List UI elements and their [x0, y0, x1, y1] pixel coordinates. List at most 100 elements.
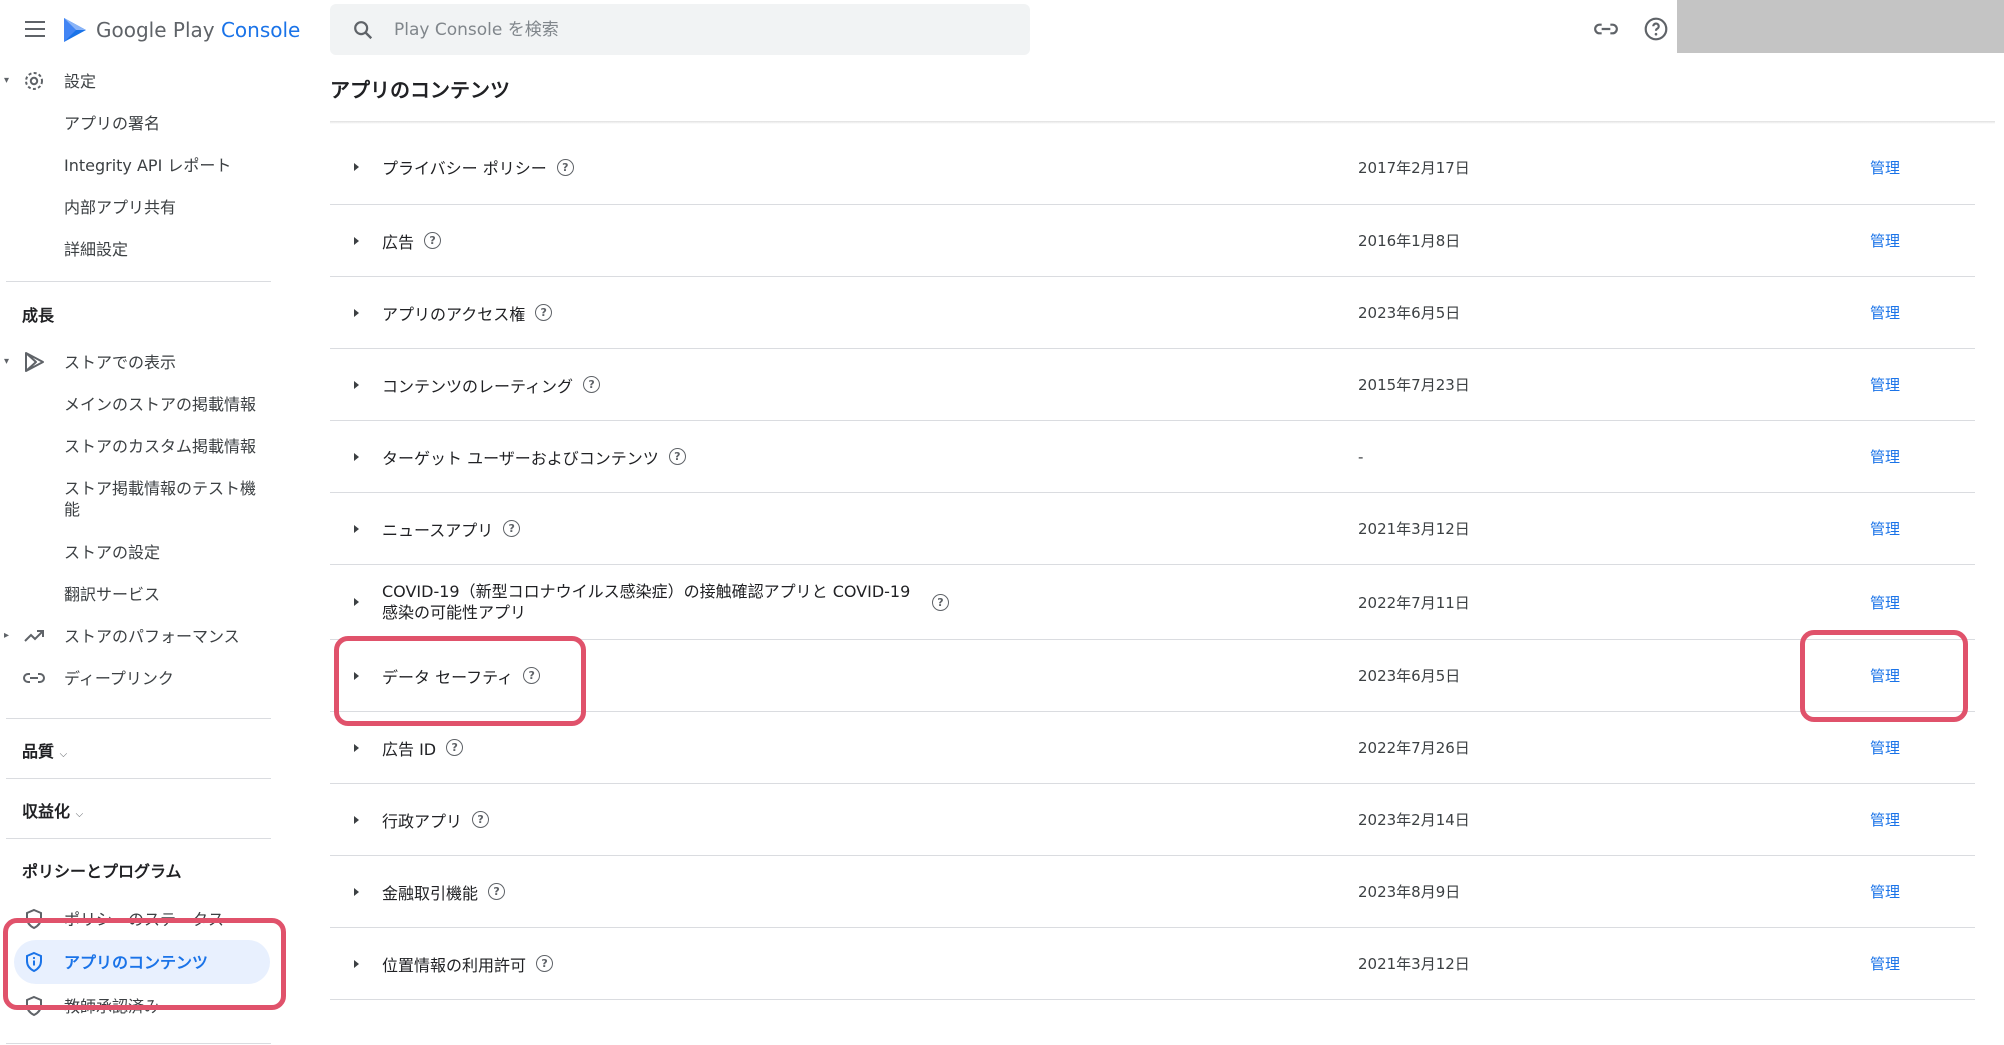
sidebar-divider [6, 281, 271, 282]
expand-triangle-icon[interactable] [354, 308, 359, 317]
sidebar-item-custom-listing[interactable]: ストアのカスタム掲載情報 [0, 425, 275, 465]
play-console-logo[interactable]: Google Play Console [62, 16, 300, 44]
sidebar-item-advanced-settings[interactable]: 詳細設定 [0, 228, 275, 268]
sidebar-item-app-signing[interactable]: アプリの署名 [0, 102, 275, 142]
expand-triangle-icon[interactable] [354, 598, 359, 606]
play-logo-icon [64, 18, 86, 42]
row-date: 2023年8月9日 [1358, 883, 1461, 901]
sidebar-item-deep-links[interactable]: ディープリンク [0, 657, 275, 697]
chevron-down-icon: ⌵ [59, 749, 68, 760]
sidebar-label: 設定 [64, 72, 97, 91]
section-growth: 成長 [22, 306, 55, 325]
search-icon [354, 20, 373, 39]
table-row[interactable]: 広告? 2016年1月8日 管理 [330, 205, 1975, 277]
manage-link[interactable]: 管理 [1870, 881, 1900, 902]
link-icon[interactable] [1591, 14, 1621, 44]
help-icon[interactable]: ? [556, 158, 574, 176]
sidebar-divider [6, 1043, 271, 1044]
expand-triangle-icon[interactable] [354, 452, 359, 461]
manage-link[interactable]: 管理 [1870, 809, 1900, 830]
expand-triangle-icon[interactable] [354, 163, 359, 171]
row-name: ターゲット ユーザーおよびコンテンツ? [382, 445, 686, 469]
expand-triangle-icon[interactable] [354, 887, 359, 896]
row-date: 2016年1月8日 [1358, 232, 1461, 250]
section-monetize[interactable]: 収益化 ⌵ [22, 798, 83, 822]
sidebar-item-integrity-api[interactable]: Integrity API レポート [0, 144, 275, 184]
row-name: コンテンツのレーティング? [382, 373, 601, 397]
manage-link[interactable]: 管理 [1870, 518, 1900, 539]
row-date: 2023年6月5日 [1358, 304, 1461, 322]
table-row[interactable]: COVID-19（新型コロナウイルス感染症）の接触確認アプリと COVID-19… [330, 565, 1975, 640]
row-name: アプリのアクセス権? [382, 301, 553, 325]
help-icon[interactable]: ? [583, 376, 601, 393]
manage-link[interactable]: 管理 [1870, 592, 1900, 613]
table-row[interactable]: ターゲット ユーザーおよびコンテンツ? - 管理 [330, 421, 1975, 493]
table-row[interactable]: 金融取引機能? 2023年8月9日 管理 [330, 856, 1975, 928]
manage-link[interactable]: 管理 [1870, 446, 1900, 467]
table-row[interactable]: 行政アプリ? 2023年2月14日 管理 [330, 784, 1975, 856]
page-title: アプリのコンテンツ [330, 78, 510, 102]
row-name: 行政アプリ? [382, 808, 490, 832]
help-icon[interactable]: ? [488, 883, 506, 900]
top-bar: Google Play Console [0, 0, 2004, 58]
row-name: 位置情報の利用許可? [382, 952, 554, 976]
row-date: 2017年2月17日 [1358, 158, 1470, 177]
highlight-app-content-nav [3, 918, 286, 1010]
sidebar-item-main-listing[interactable]: メインのストアの掲載情報 [0, 383, 275, 423]
table-row[interactable]: ニュースアプリ? 2021年3月12日 管理 [330, 493, 1975, 565]
caret-icon: ▾ [4, 355, 10, 367]
row-date: 2021年3月12日 [1358, 955, 1470, 973]
sidebar-item-listing-experiments[interactable]: ストア掲載情報のテスト機能 [0, 468, 275, 528]
table-row[interactable]: 位置情報の利用許可? 2021年3月12日 管理 [330, 928, 1975, 1000]
help-icon[interactable] [1641, 14, 1671, 44]
row-date: 2023年6月5日 [1358, 667, 1461, 685]
sidebar-item-translation[interactable]: 翻訳サービス [0, 573, 275, 613]
manage-link[interactable]: 管理 [1870, 953, 1900, 974]
help-icon[interactable]: ? [503, 520, 521, 537]
section-quality[interactable]: 品質 ⌵ [22, 738, 67, 762]
manage-link[interactable]: 管理 [1870, 374, 1900, 395]
table-row[interactable]: コンテンツのレーティング? 2015年7月23日 管理 [330, 349, 1975, 421]
sidebar-item-store-settings[interactable]: ストアの設定 [0, 531, 275, 571]
manage-link[interactable]: 管理 [1870, 737, 1900, 758]
help-icon[interactable]: ? [472, 811, 490, 828]
menu-icon[interactable] [20, 14, 50, 44]
highlight-data-safety [334, 636, 586, 726]
title-divider [330, 121, 1995, 124]
account-area[interactable] [1677, 0, 2004, 53]
sidebar-divider [6, 718, 271, 719]
expand-triangle-icon[interactable] [354, 236, 359, 245]
expand-triangle-icon[interactable] [354, 743, 359, 752]
row-name: プライバシー ポリシー? [382, 155, 574, 179]
chevron-down-icon: ⌵ [75, 809, 84, 820]
search-input[interactable] [394, 19, 954, 40]
expand-triangle-icon[interactable] [354, 959, 359, 968]
sidebar: ▾ 設定 アプリの署名 Integrity API レポート 内部アプリ共有 詳… [0, 58, 285, 1045]
help-icon[interactable]: ? [424, 232, 442, 249]
expand-triangle-icon[interactable] [354, 524, 359, 533]
sidebar-item-store-performance[interactable]: ▸ ストアのパフォーマンス [0, 615, 275, 655]
caret-right-icon: ▸ [4, 629, 10, 641]
row-name: ニュースアプリ? [382, 517, 521, 541]
help-icon[interactable]: ? [535, 304, 553, 321]
row-date: 2022年7月26日 [1358, 739, 1470, 757]
sidebar-item-store-presence[interactable]: ▾ ストアでの表示 [0, 341, 275, 381]
trending-up-icon [24, 630, 44, 642]
expand-triangle-icon[interactable] [354, 380, 359, 389]
link-icon [23, 673, 45, 683]
manage-link[interactable]: 管理 [1870, 302, 1900, 323]
help-icon[interactable]: ? [668, 448, 686, 465]
manage-link[interactable]: 管理 [1870, 230, 1900, 251]
table-row[interactable]: プライバシー ポリシー? 2017年2月17日 管理 [330, 130, 1975, 205]
expand-triangle-icon[interactable] [354, 815, 359, 824]
search-bar[interactable] [330, 4, 1030, 55]
sidebar-divider [6, 838, 271, 839]
help-icon[interactable]: ? [932, 593, 949, 611]
help-icon[interactable]: ? [536, 955, 554, 972]
sidebar-item-internal-sharing[interactable]: 内部アプリ共有 [0, 186, 275, 226]
manage-link[interactable]: 管理 [1870, 157, 1900, 178]
sidebar-item-settings[interactable]: ▾ 設定 [0, 60, 275, 100]
help-icon[interactable]: ? [446, 739, 464, 756]
row-name: 広告? [382, 229, 442, 253]
table-row[interactable]: アプリのアクセス権? 2023年6月5日 管理 [330, 277, 1975, 349]
